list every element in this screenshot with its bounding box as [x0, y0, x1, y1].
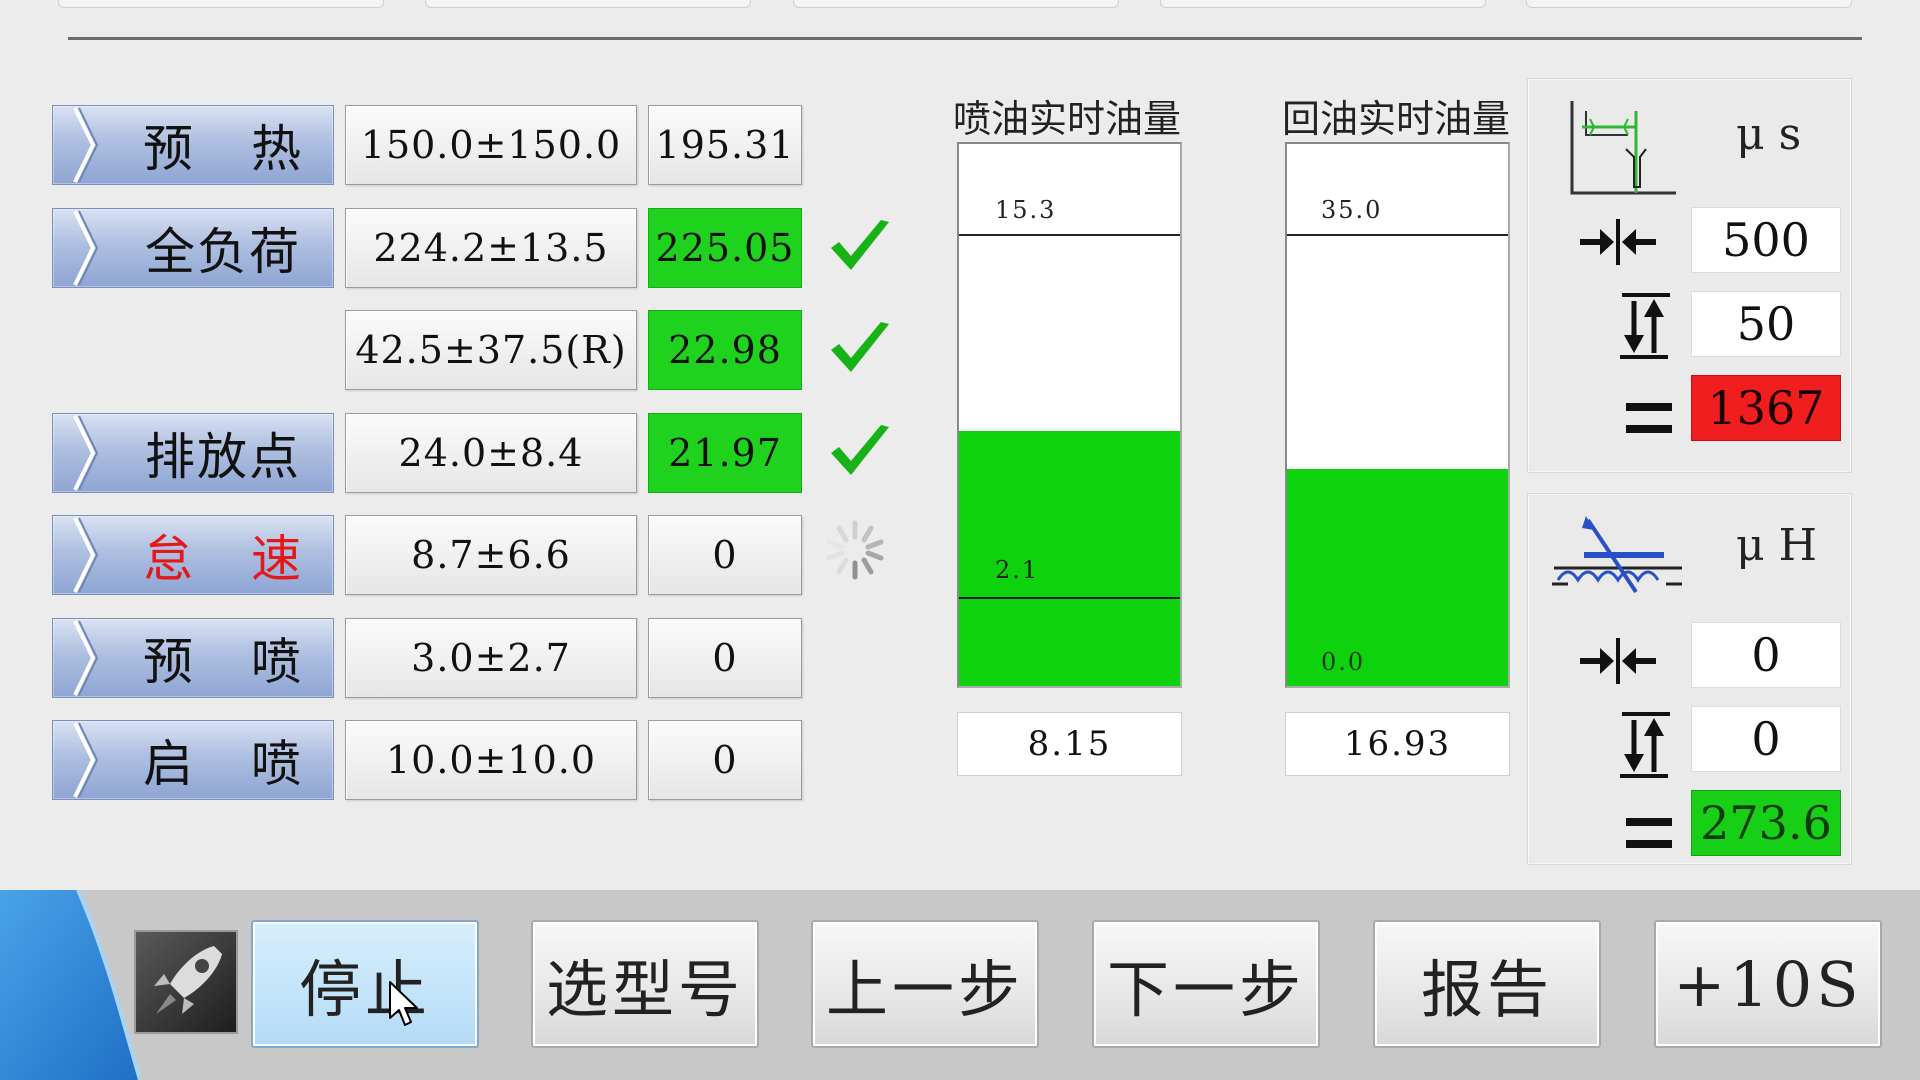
chevron-right-icon	[73, 517, 99, 593]
time-unit-label: μ s	[1736, 109, 1802, 160]
width-arrows-icon	[1580, 219, 1656, 265]
top-tab-5[interactable]	[1526, 0, 1852, 8]
chevron-right-icon	[73, 722, 99, 798]
step-return-value: 22.98	[648, 310, 802, 390]
height-arrows-icon	[1620, 293, 1670, 359]
top-tab-1[interactable]	[58, 0, 384, 8]
equals-icon	[1626, 403, 1672, 433]
equals-icon	[1626, 818, 1672, 848]
step-pre-injection-label: 预喷	[52, 618, 334, 698]
step-emission-range: 24.0±8.4	[345, 413, 637, 493]
check-icon	[831, 322, 889, 372]
step-emission-label: 排放点	[52, 413, 334, 493]
next-step-button[interactable]: 下一步	[1092, 920, 1320, 1048]
step-idle-text: 怠速	[143, 530, 303, 588]
loading-spinner-icon	[826, 520, 884, 580]
time-result: 1367	[1691, 375, 1841, 441]
select-model-button[interactable]: 选型号	[531, 920, 759, 1048]
separator-line	[68, 37, 1862, 40]
height-arrows-icon	[1620, 712, 1670, 778]
top-tab-3[interactable]	[793, 0, 1119, 8]
rocket-glyph	[154, 946, 222, 1014]
step-start-injection-value: 0	[648, 720, 802, 800]
step-emission-text: 排放点	[145, 428, 301, 486]
chevron-right-icon	[73, 415, 99, 491]
step-preheat-range: 150.0±150.0	[345, 105, 637, 185]
step-full-load-label: 全负荷	[52, 208, 334, 288]
top-tab-4[interactable]	[1160, 0, 1486, 8]
brand-corner-decoration	[0, 890, 140, 1080]
step-idle-label: 怠速	[52, 515, 334, 595]
injection-bar-fill	[959, 431, 1180, 686]
top-tab-2[interactable]	[425, 0, 751, 8]
step-start-injection-range: 10.0±10.0	[345, 720, 637, 800]
inductance-panel: μ H 0 0 273.6	[1527, 493, 1852, 865]
stop-button[interactable]: 停止	[251, 920, 479, 1048]
step-pre-injection-text: 预喷	[143, 633, 303, 691]
time-input-1[interactable]: 500	[1691, 207, 1841, 273]
step-idle-value: 0	[648, 515, 802, 595]
step-full-load-range: 224.2±13.5	[345, 208, 637, 288]
coil-icon	[1552, 516, 1682, 594]
return-upper-limit-label: 35.0	[1321, 196, 1383, 224]
step-start-injection-label: 启喷	[52, 720, 334, 800]
time-panel: μ s 500 50 1367	[1527, 78, 1852, 473]
injection-bar-gauge: 15.3 2.1	[957, 142, 1182, 688]
injection-bar-value: 8.15	[957, 712, 1182, 776]
step-preheat-text: 预热	[143, 120, 303, 178]
chevron-right-icon	[73, 107, 99, 183]
width-arrows-icon	[1580, 638, 1656, 684]
check-icon	[831, 220, 889, 270]
return-bar-value: 16.93	[1285, 712, 1510, 776]
injection-bar-title: 喷油实时油量	[953, 97, 1182, 141]
return-bar-gauge: 35.0 0.0	[1285, 142, 1510, 688]
step-full-load-value: 225.05	[648, 208, 802, 288]
inductance-input-1[interactable]: 0	[1691, 622, 1841, 688]
needle-lift-icon	[1570, 101, 1676, 195]
injection-lower-limit-label: 2.1	[995, 556, 1040, 584]
chevron-right-icon	[73, 210, 99, 286]
step-emission-value: 21.97	[648, 413, 802, 493]
step-pre-injection-range: 3.0±2.7	[345, 618, 637, 698]
step-preheat-value: 195.31	[648, 105, 802, 185]
mouse-cursor-icon	[389, 981, 418, 1026]
inductance-unit-label: μ H	[1736, 520, 1817, 571]
step-return-range: 42.5±37.5(R)	[345, 310, 637, 390]
inductance-result: 273.6	[1691, 790, 1841, 856]
injection-upper-limit-line	[959, 234, 1180, 237]
time-input-2[interactable]: 50	[1691, 291, 1841, 357]
return-lower-limit-label: 0.0	[1321, 648, 1366, 676]
return-bar-title: 回油实时油量	[1282, 97, 1511, 141]
step-preheat-label: 预热	[52, 105, 334, 185]
chevron-right-icon	[73, 620, 99, 696]
previous-step-button[interactable]: 上一步	[811, 920, 1039, 1048]
check-icon	[831, 425, 889, 475]
report-button[interactable]: 报告	[1373, 920, 1601, 1048]
rocket-icon[interactable]	[134, 930, 238, 1034]
return-upper-limit-line	[1287, 234, 1508, 237]
injection-upper-limit-label: 15.3	[995, 196, 1057, 224]
step-start-injection-text: 启喷	[143, 735, 303, 793]
injection-lower-limit-line	[959, 597, 1180, 600]
inductance-input-2[interactable]: 0	[1691, 706, 1841, 772]
add-10s-button[interactable]: +10S	[1654, 920, 1882, 1048]
step-idle-range: 8.7±6.6	[345, 515, 637, 595]
step-full-load-text: 全负荷	[145, 223, 301, 281]
step-pre-injection-value: 0	[648, 618, 802, 698]
